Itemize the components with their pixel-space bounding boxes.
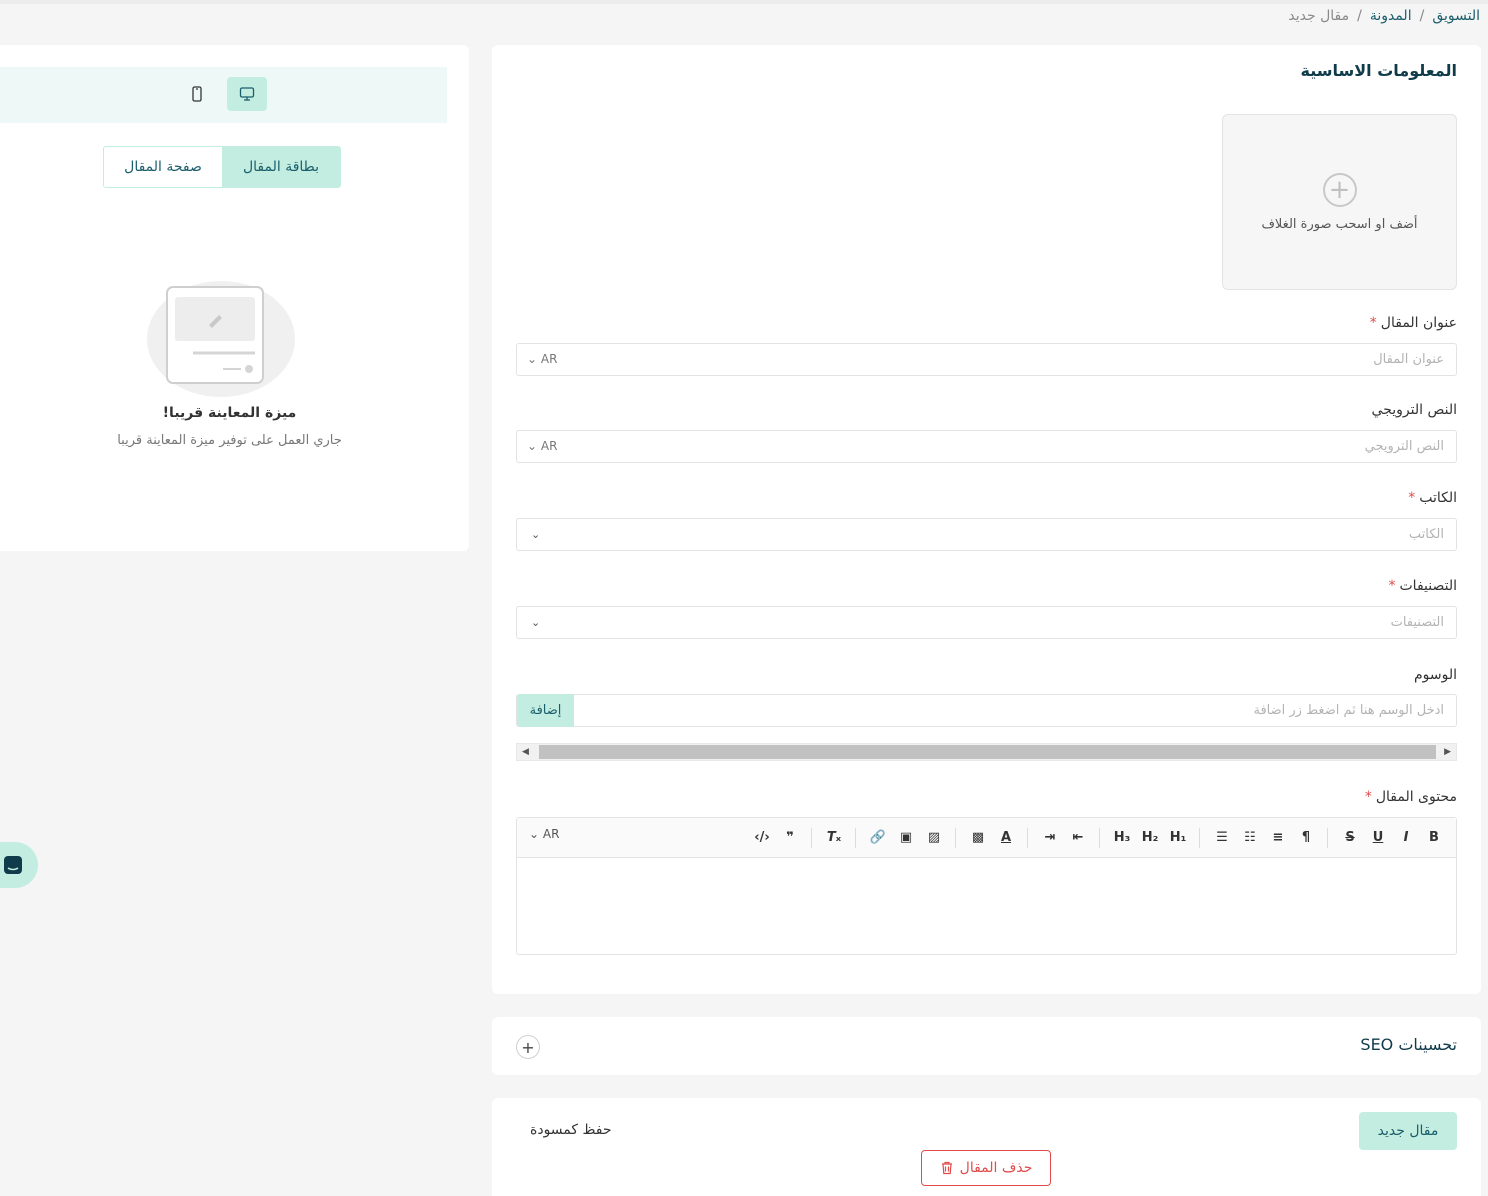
heading-1-icon[interactable]: H₁: [1167, 830, 1189, 845]
chevron-down-icon: ⌄: [531, 528, 541, 541]
editor-toolbar: ⌄ AR ‹/› ❞ Tₓ 🔗 ▣ ▨ ▩ A ⇥ ⇤ H₃ H₂ H₁ ☰ ☷…: [517, 818, 1456, 858]
chat-icon: [4, 856, 22, 874]
preview-tabs: بطاقة المقال صفحة المقال: [103, 146, 341, 188]
cover-upload-label: أضف او اسحب صورة الغلاف: [1261, 216, 1418, 232]
categories-select[interactable]: التصنيفات ⌄: [516, 606, 1457, 639]
breadcrumb-blog[interactable]: المدونة: [1370, 8, 1412, 24]
bullet-list-icon[interactable]: ☰: [1213, 830, 1231, 845]
strikethrough-icon[interactable]: S: [1341, 830, 1359, 845]
breadcrumb-separator: /: [1357, 8, 1362, 24]
paragraph-direction-icon[interactable]: ¶: [1297, 830, 1315, 845]
add-tag-button[interactable]: إضافة: [517, 694, 574, 727]
categories-label: التصنيفات*: [1389, 578, 1458, 594]
tags-input[interactable]: ادخل الوسم هنا ثم اضغط زر اضافة إضافة: [516, 694, 1457, 727]
indent-icon[interactable]: ⇥: [1041, 830, 1059, 845]
chat-support-button[interactable]: [0, 842, 38, 888]
language-code: AR: [542, 827, 560, 841]
content-label-text: محتوى المقال: [1375, 789, 1457, 805]
breadcrumb-current: مقال جديد: [1288, 8, 1350, 24]
save-draft-button[interactable]: حفظ كمسودة: [530, 1122, 612, 1138]
categories-placeholder: التصنيفات: [1390, 615, 1444, 630]
highlight-icon[interactable]: ▩: [969, 830, 987, 845]
preview-coming-title: ميزة المعاينة قريبا!: [162, 405, 297, 421]
title-label: عنوان المقال*: [1370, 315, 1457, 331]
promo-placeholder: النص الترويجي: [1364, 439, 1444, 454]
italic-icon[interactable]: I: [1397, 830, 1415, 845]
tab-article-page[interactable]: صفحة المقال: [104, 147, 222, 187]
numbered-list-icon[interactable]: ☷: [1241, 830, 1259, 845]
language-selector[interactable]: ⌄ AR: [527, 352, 557, 366]
author-label: الكاتب*: [1408, 490, 1457, 506]
tab-article-card[interactable]: بطاقة المقال: [222, 147, 340, 187]
actions-card: مقال جديد حفظ كمسودة حذف المقال: [492, 1098, 1481, 1196]
preview-card: بطاقة المقال صفحة المقال ميزة المعاينة ق…: [0, 45, 469, 551]
promo-input[interactable]: النص الترويجي ⌄ AR: [516, 430, 1457, 463]
top-border: [0, 0, 1488, 4]
quote-icon[interactable]: ❞: [781, 830, 799, 845]
scroll-right-icon[interactable]: ▶: [1444, 747, 1451, 757]
section-title: المعلومات الاساسية: [1300, 61, 1457, 80]
preview-illustration: [147, 281, 295, 397]
expand-icon[interactable]: +: [516, 1035, 540, 1059]
link-icon[interactable]: 🔗: [869, 830, 887, 845]
author-placeholder: الكاتب: [1408, 527, 1444, 542]
scroll-left-icon[interactable]: ◀: [522, 747, 529, 757]
promo-label: النص الترويجي: [1371, 402, 1457, 418]
desktop-icon: [239, 87, 255, 101]
author-label-text: الكاتب: [1419, 490, 1457, 506]
title-input[interactable]: عنوان المقال ⌄ AR: [516, 343, 1457, 376]
horizontal-scrollbar[interactable]: ◀ ▶: [516, 743, 1457, 761]
underline-icon[interactable]: U: [1369, 830, 1387, 845]
language-selector[interactable]: ⌄ AR: [527, 439, 557, 453]
outdent-icon[interactable]: ⇤: [1069, 830, 1087, 845]
language-code: AR: [540, 439, 558, 453]
heading-2-icon[interactable]: H₂: [1139, 830, 1161, 845]
align-icon[interactable]: ≡: [1269, 830, 1287, 845]
code-icon[interactable]: ‹/›: [753, 830, 771, 845]
desktop-view-button[interactable]: [227, 77, 267, 111]
tags-label: الوسوم: [1413, 667, 1457, 683]
plus-circle-icon: +: [1322, 172, 1357, 207]
required-mark: *: [1388, 578, 1396, 594]
chevron-down-icon: ⌄: [531, 616, 541, 629]
image-icon[interactable]: ▨: [925, 830, 943, 845]
tags-placeholder: ادخل الوسم هنا ثم اضغط زر اضافة: [1253, 703, 1444, 718]
required-mark: *: [1369, 315, 1377, 331]
seo-title: تحسينات SEO: [1360, 1035, 1457, 1054]
language-selector[interactable]: ⌄ AR: [529, 827, 559, 841]
clear-format-icon[interactable]: Tₓ: [825, 830, 843, 845]
required-mark: *: [1408, 490, 1416, 506]
breadcrumb-marketing[interactable]: التسويق: [1432, 8, 1480, 24]
video-icon[interactable]: ▣: [897, 830, 915, 845]
scrollbar-thumb[interactable]: [539, 745, 1436, 759]
mobile-icon: [192, 86, 202, 102]
preview-coming-subtitle: جاري العمل على توفير ميزة المعاينة قريبا: [117, 433, 342, 448]
language-code: AR: [540, 352, 558, 366]
title-placeholder: عنوان المقال: [1373, 352, 1444, 367]
title-label-text: عنوان المقال: [1380, 315, 1457, 331]
breadcrumb: التسويق / المدونة / مقال جديد: [1288, 8, 1480, 24]
new-article-button[interactable]: مقال جديد: [1359, 1112, 1457, 1150]
heading-3-icon[interactable]: H₃: [1111, 830, 1133, 845]
author-select[interactable]: الكاتب ⌄: [516, 518, 1457, 551]
mobile-view-button[interactable]: [177, 77, 217, 111]
required-mark: *: [1364, 789, 1372, 805]
breadcrumb-separator: /: [1419, 8, 1425, 24]
basic-info-card: المعلومات الاساسية + أضف او اسحب صورة ال…: [492, 45, 1481, 994]
delete-label: حذف المقال: [959, 1160, 1033, 1176]
content-label: محتوى المقال*: [1365, 789, 1457, 805]
editor-content-area[interactable]: [517, 858, 1456, 954]
trash-icon: [941, 1161, 952, 1175]
device-switcher: [0, 67, 447, 123]
bold-icon[interactable]: B: [1425, 830, 1443, 845]
seo-card[interactable]: تحسينات SEO +: [492, 1017, 1481, 1075]
delete-article-button[interactable]: حذف المقال: [921, 1150, 1051, 1186]
text-color-icon[interactable]: A: [997, 830, 1015, 845]
cover-image-uploader[interactable]: + أضف او اسحب صورة الغلاف: [1222, 114, 1457, 290]
categories-label-text: التصنيفات: [1399, 578, 1458, 594]
rich-text-editor[interactable]: ⌄ AR ‹/› ❞ Tₓ 🔗 ▣ ▨ ▩ A ⇥ ⇤ H₃ H₂ H₁ ☰ ☷…: [516, 817, 1457, 955]
